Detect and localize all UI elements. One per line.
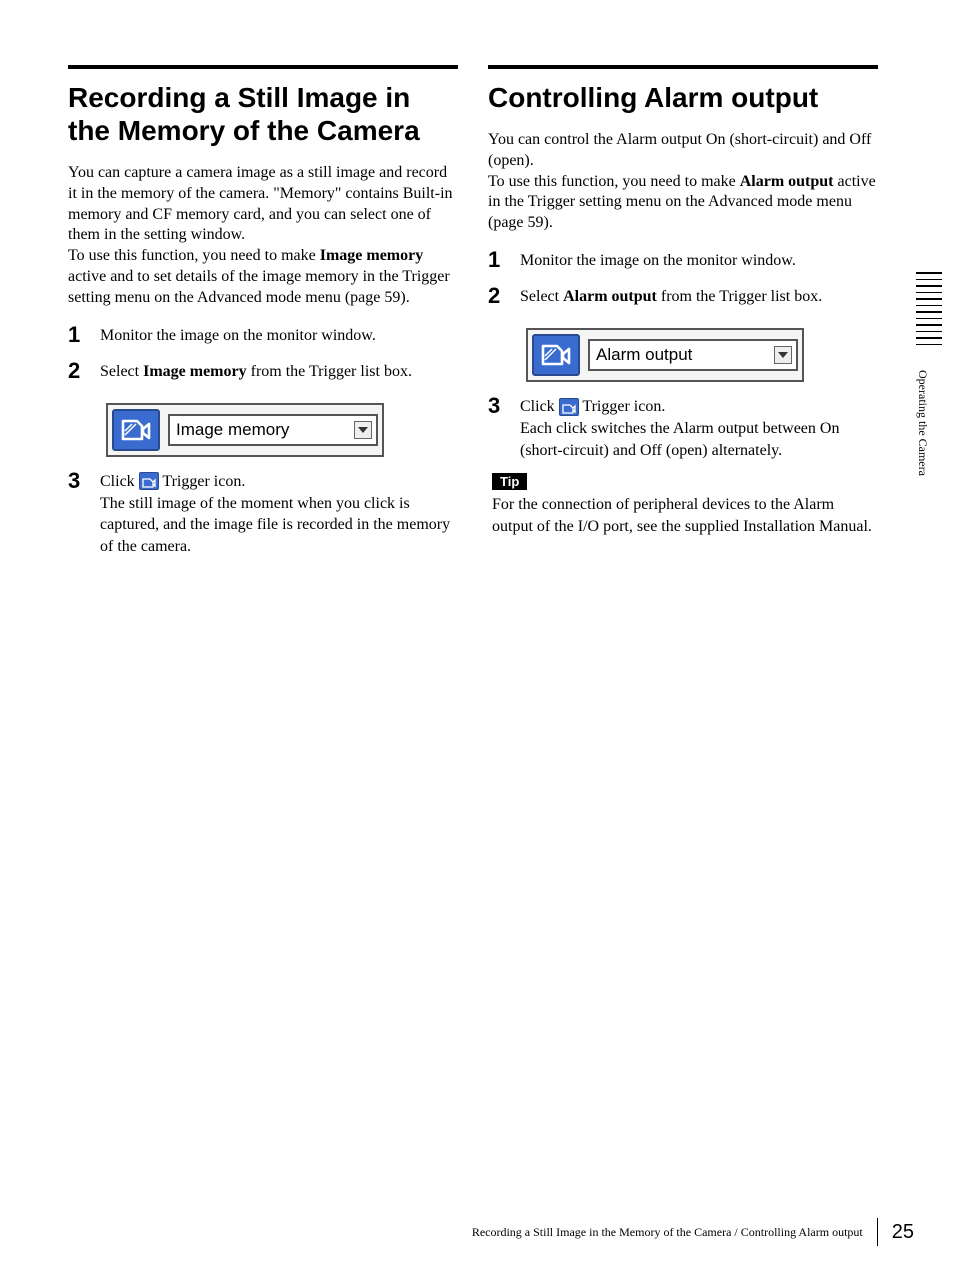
tip-text: For the connection of peripheral devices… <box>492 494 878 537</box>
step-number: 3 <box>68 469 100 557</box>
right-column: Controlling Alarm output You can control… <box>488 65 878 569</box>
step-3: 3 Click Trigger icon. Each click switche… <box>488 394 878 461</box>
heading-rule <box>68 65 458 69</box>
step-number: 1 <box>68 323 100 347</box>
section-heading: Recording a Still Image in the Memory of… <box>68 81 458 147</box>
left-column: Recording a Still Image in the Memory of… <box>68 65 458 569</box>
trigger-ui-screenshot: Image memory <box>106 403 384 457</box>
section-running-head: Operating the Camera <box>915 370 930 476</box>
step-number: 3 <box>488 394 520 461</box>
trigger-icon <box>139 472 159 490</box>
step-2: 2 Select Alarm output from the Trigger l… <box>488 284 878 308</box>
chevron-down-icon[interactable] <box>774 346 792 364</box>
footer-separator <box>877 1218 878 1246</box>
step-text: Monitor the image on the monitor window. <box>520 248 878 272</box>
page-number: 25 <box>892 1221 914 1244</box>
intro-paragraph: You can capture a camera image as a stil… <box>68 163 458 309</box>
trigger-icon <box>112 409 160 451</box>
page-footer: Recording a Still Image in the Memory of… <box>472 1218 914 1246</box>
step-1: 1 Monitor the image on the monitor windo… <box>488 248 878 272</box>
trigger-select-alarm-output[interactable]: Alarm output <box>588 339 798 371</box>
heading-rule <box>488 65 878 69</box>
step-number: 1 <box>488 248 520 272</box>
trigger-select-image-memory[interactable]: Image memory <box>168 414 378 446</box>
step-number: 2 <box>68 359 100 383</box>
thumb-index-marks <box>916 272 942 348</box>
step-text: Click Trigger icon. Each click switches … <box>520 394 878 461</box>
tip-label: Tip <box>492 473 527 490</box>
trigger-ui-screenshot: Alarm output <box>526 328 804 382</box>
step-text: Click Trigger icon. The still image of t… <box>100 469 458 557</box>
select-value: Image memory <box>176 420 289 440</box>
step-text: Monitor the image on the monitor window. <box>100 323 458 347</box>
footer-text: Recording a Still Image in the Memory of… <box>472 1225 863 1240</box>
select-value: Alarm output <box>596 345 692 365</box>
step-1: 1 Monitor the image on the monitor windo… <box>68 323 458 347</box>
step-2: 2 Select Image memory from the Trigger l… <box>68 359 458 383</box>
intro-paragraph: You can control the Alarm output On (sho… <box>488 130 878 234</box>
section-heading: Controlling Alarm output <box>488 81 878 114</box>
chevron-down-icon[interactable] <box>354 421 372 439</box>
step-text: Select Alarm output from the Trigger lis… <box>520 284 878 308</box>
step-number: 2 <box>488 284 520 308</box>
step-3: 3 Click Trigger icon. The still image of… <box>68 469 458 557</box>
trigger-icon <box>559 398 579 416</box>
step-text: Select Image memory from the Trigger lis… <box>100 359 458 383</box>
trigger-icon <box>532 334 580 376</box>
